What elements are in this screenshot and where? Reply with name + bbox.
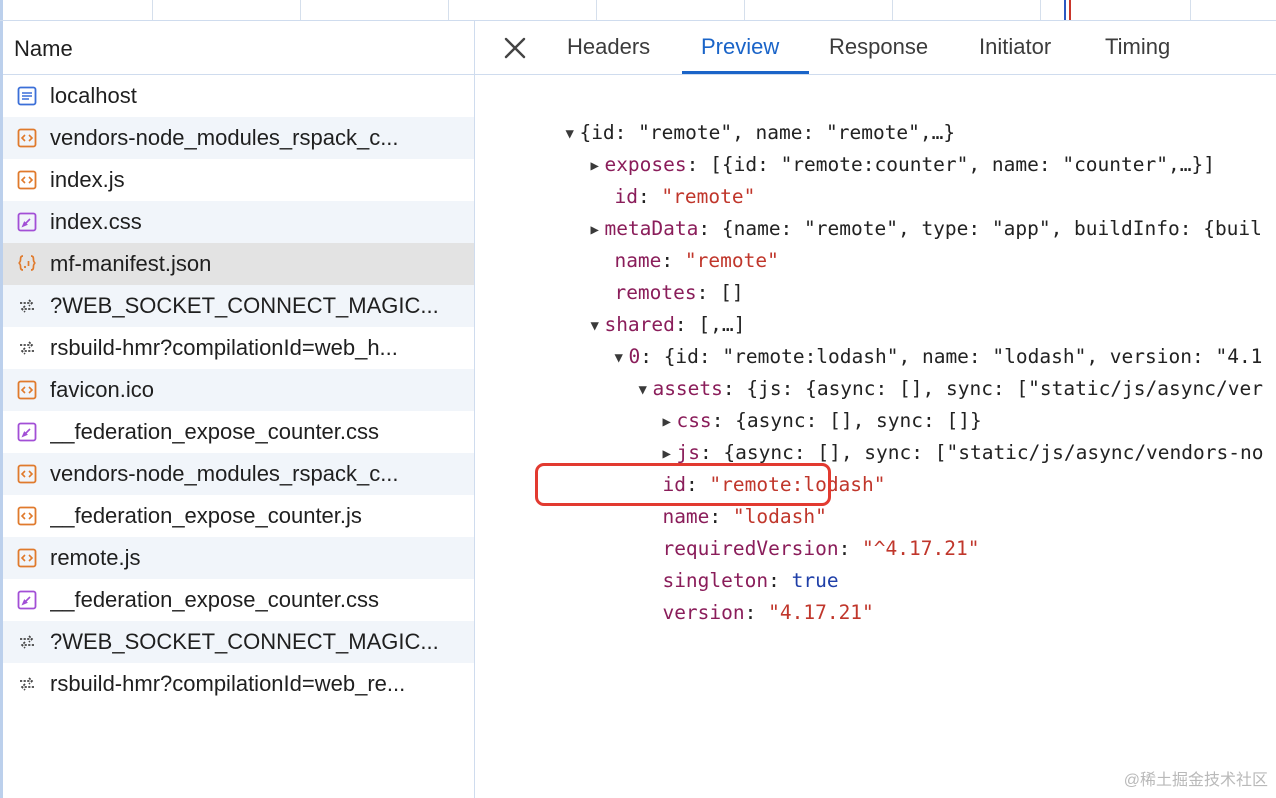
json-key: version <box>662 601 745 624</box>
timeline-gridline <box>596 0 597 20</box>
request-row[interactable]: ?WEB_SOCKET_CONNECT_MAGIC... <box>3 621 474 663</box>
request-name: rsbuild-hmr?compilationId=web_re... <box>50 671 406 696</box>
request-details-panel: Headers Preview Response Initiator Timin… <box>475 21 1276 798</box>
request-row[interactable]: vendors-node_modules_rspack_c... <box>3 453 474 495</box>
timeline-gridline <box>152 0 153 20</box>
annotation-highlight-box <box>535 463 831 506</box>
watermark: @稀土掘金技术社区 <box>1123 772 1268 789</box>
request-row[interactable]: rsbuild-hmr?compilationId=web_h... <box>3 327 474 369</box>
request-row[interactable]: index.css <box>3 201 474 243</box>
request-name: localhost <box>50 83 137 108</box>
close-details-button[interactable] <box>503 36 527 60</box>
script-icon <box>16 463 38 485</box>
request-row[interactable]: remote.js <box>3 537 474 579</box>
json-line-remotes: remotes: [] <box>614 281 744 304</box>
request-name: __federation_expose_counter.js <box>50 503 362 528</box>
script-icon <box>16 169 38 191</box>
request-row[interactable]: favicon.ico <box>3 369 474 411</box>
name-column-header[interactable]: Name <box>3 21 474 75</box>
timeline-gridline <box>448 0 449 20</box>
request-row[interactable]: __federation_expose_counter.js <box>3 495 474 537</box>
request-row[interactable]: vendors-node_modules_rspack_c... <box>3 117 474 159</box>
json-line-shared[interactable]: ▼ shared: [,…] <box>520 277 745 336</box>
script-icon <box>16 379 38 401</box>
tab-initiator[interactable]: Initiator <box>979 34 1051 60</box>
request-name: vendors-node_modules_rspack_c... <box>50 125 399 150</box>
request-row[interactable]: __federation_expose_counter.css <box>3 411 474 453</box>
timeline-gridline <box>300 0 301 20</box>
json-line-name: name: "remote" <box>614 249 779 272</box>
json-line-assets[interactable]: ▼ assets: {js: {async: [], sync: ["static… <box>568 341 1263 400</box>
timeline-edge <box>0 0 3 20</box>
request-row[interactable]: rsbuild-hmr?compilationId=web_re... <box>3 663 474 705</box>
request-name: vendors-node_modules_rspack_c... <box>50 461 399 486</box>
json-value: "^4.17.21" <box>862 537 980 560</box>
json-line-id: id: "remote" <box>614 185 756 208</box>
stylesheet-icon <box>16 589 38 611</box>
request-row[interactable]: index.js <box>3 159 474 201</box>
timeline-gridline <box>744 0 745 20</box>
request-name: ?WEB_SOCKET_CONNECT_MAGIC... <box>50 629 439 654</box>
close-icon <box>504 37 526 59</box>
stylesheet-icon <box>16 421 38 443</box>
request-name: rsbuild-hmr?compilationId=web_h... <box>50 335 398 360</box>
tab-preview[interactable]: Preview <box>701 34 779 60</box>
name-column-label: Name <box>14 36 73 61</box>
json-root-line[interactable]: ▼ {id: "remote", name: "remote",…} <box>495 85 955 144</box>
tab-response[interactable]: Response <box>829 34 928 60</box>
load-marker <box>1069 0 1071 20</box>
json-value: {name: "remote", type: "app", buildInfo:… <box>721 217 1262 240</box>
request-row[interactable]: ?WEB_SOCKET_CONNECT_MAGIC... <box>3 285 474 327</box>
request-name: favicon.ico <box>50 377 154 402</box>
request-row[interactable]: mf-manifest.json <box>3 243 474 285</box>
websocket-icon <box>16 631 38 653</box>
script-icon <box>16 547 38 569</box>
json-line-js[interactable]: ▶ js: {async: [], sync: ["static/js/async… <box>592 405 1263 464</box>
details-tabbar: Headers Preview Response Initiator Timin… <box>475 21 1276 75</box>
json-icon <box>16 253 38 275</box>
request-name: mf-manifest.json <box>50 251 212 276</box>
active-tab-indicator <box>682 71 809 74</box>
request-name: __federation_expose_counter.css <box>50 419 380 444</box>
timeline-gridline <box>892 0 893 20</box>
request-name: index.css <box>50 209 142 234</box>
json-value: [{id: "remote:counter", name: "counter",… <box>710 153 1215 176</box>
timeline-gridline <box>1040 0 1041 20</box>
domcontentloaded-marker <box>1064 0 1066 20</box>
websocket-icon <box>16 295 38 317</box>
request-name: __federation_expose_counter.css <box>50 587 380 612</box>
tab-timing[interactable]: Timing <box>1105 34 1170 60</box>
script-icon <box>16 505 38 527</box>
request-name: remote.js <box>50 545 141 570</box>
request-name: ?WEB_SOCKET_CONNECT_MAGIC... <box>50 293 439 318</box>
timeline-gridline <box>1190 0 1191 20</box>
document-icon <box>16 85 38 107</box>
request-name: index.js <box>50 167 125 192</box>
request-row[interactable]: __federation_expose_counter.css <box>3 579 474 621</box>
tab-headers[interactable]: Headers <box>567 34 650 60</box>
json-line-exposes[interactable]: ▶ exposes: [{id: "remote:counter", name: … <box>520 117 1215 176</box>
websocket-icon <box>16 673 38 695</box>
json-line-singleton: singleton: true <box>662 569 839 592</box>
json-value: "4.17.21" <box>768 601 874 624</box>
request-list-panel: Name localhost vendors-node_modules_rspac… <box>0 21 475 798</box>
waterfall-timeline <box>0 0 1276 21</box>
json-line-metadata[interactable]: ▶ metaData: {name: "remote", type: "app",… <box>520 181 1261 240</box>
json-line-css[interactable]: ▶ css: {async: [], sync: []} <box>592 373 981 432</box>
websocket-icon <box>16 337 38 359</box>
json-line-version: version: "4.17.21" <box>662 601 874 624</box>
stylesheet-icon <box>16 211 38 233</box>
request-row[interactable]: localhost <box>3 75 474 117</box>
script-icon <box>16 127 38 149</box>
request-rows: localhost vendors-node_modules_rspack_c..… <box>3 75 474 705</box>
json-line-shared-0[interactable]: ▼ 0: {id: "remote:lodash", name: "lodash"… <box>544 309 1262 368</box>
